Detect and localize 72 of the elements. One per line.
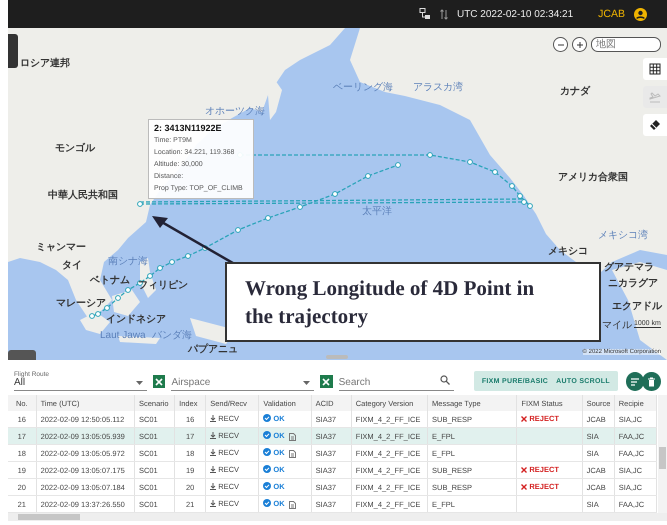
clear-filter-button[interactable] (320, 375, 333, 388)
plane-icon (649, 91, 661, 103)
panel-handle[interactable] (8, 350, 36, 360)
caret-icon (136, 381, 143, 385)
scale-unit: マイル (602, 319, 632, 332)
map-label: エクアドル (612, 301, 662, 312)
panel-handle[interactable] (8, 34, 18, 68)
network-icon[interactable] (418, 8, 431, 20)
check-circle-icon (263, 448, 272, 456)
document-icon[interactable] (288, 433, 296, 442)
user-name: JCAB (598, 8, 625, 20)
annotation-text: Wrong Longitude of 4D Point in the trajectory (245, 275, 536, 330)
map-label: フィリピン (138, 280, 188, 291)
tooltip-title: 2: 3413N11922E (154, 123, 223, 133)
check-circle-icon (263, 431, 272, 440)
download-icon (210, 483, 216, 490)
map-label: 太平洋 (362, 206, 392, 217)
list-icon (630, 376, 640, 386)
download-icon (210, 415, 216, 422)
map-label: 中華人民共和国 (48, 190, 118, 201)
search-field[interactable]: Search (338, 377, 439, 388)
map-label: ベトナム (90, 275, 130, 286)
map-label: ニカラグア (608, 278, 658, 289)
grid-tool-button[interactable] (643, 58, 667, 80)
map-label: グアテマラ (604, 262, 654, 273)
map-label: アメリカ合衆国 (558, 172, 628, 183)
clear-filter-button[interactable] (152, 375, 166, 388)
resize-grip[interactable] (326, 355, 348, 359)
airspace-dropdown[interactable]: Airspace (171, 377, 272, 388)
map-label: タイ (62, 260, 82, 271)
map-label: メキシコ (548, 246, 588, 257)
delete-button[interactable] (642, 372, 661, 391)
download-icon (210, 500, 216, 507)
check-circle-icon (263, 482, 272, 490)
map-label: インドネシア (106, 314, 166, 325)
map-label: 南シナ海 (108, 256, 148, 267)
eraser-icon (649, 119, 661, 131)
x-icon (521, 484, 528, 490)
map-label: パプアニュ (188, 344, 238, 355)
caret-icon (302, 381, 310, 385)
map-label: ロシア連邦 (20, 58, 70, 69)
utc-clock: UTC 2022-02-10 02:34:21 (456, 8, 574, 20)
map-label: ベーリング海 (333, 82, 393, 93)
grid-icon (649, 63, 661, 75)
check-circle-icon (263, 499, 272, 508)
map-search-field[interactable]: 地図 (591, 37, 661, 52)
x-icon (521, 466, 528, 473)
map-label: モンゴル (55, 143, 95, 154)
document-icon[interactable] (288, 501, 296, 510)
x-icon (521, 416, 528, 422)
eraser-tool-button[interactable] (643, 114, 667, 136)
plus-icon (576, 40, 584, 48)
user-icon[interactable] (634, 8, 647, 20)
vertical-scrollbar[interactable] (658, 395, 667, 513)
map-label: ミャンマー (36, 242, 86, 253)
map-label: アラスカ湾 (413, 82, 463, 93)
download-icon (210, 466, 216, 473)
document-icon[interactable] (288, 450, 296, 458)
horizontal-scrollbar[interactable] (8, 513, 667, 521)
download-icon (210, 449, 216, 456)
filter-list-button[interactable] (626, 372, 644, 391)
map-label: バンダ海 (152, 330, 192, 341)
search-icon (440, 375, 450, 385)
map-label: メキシコ湾 (598, 230, 648, 241)
download-icon (210, 432, 216, 439)
trash-icon (647, 376, 656, 386)
dropdown-value: All (14, 377, 26, 388)
map-label: カナダ (560, 86, 590, 97)
map-label: マレーシア (56, 298, 106, 309)
check-circle-icon (263, 465, 272, 474)
transfer-arrows-icon[interactable] (440, 8, 448, 20)
check-circle-icon (263, 414, 272, 422)
